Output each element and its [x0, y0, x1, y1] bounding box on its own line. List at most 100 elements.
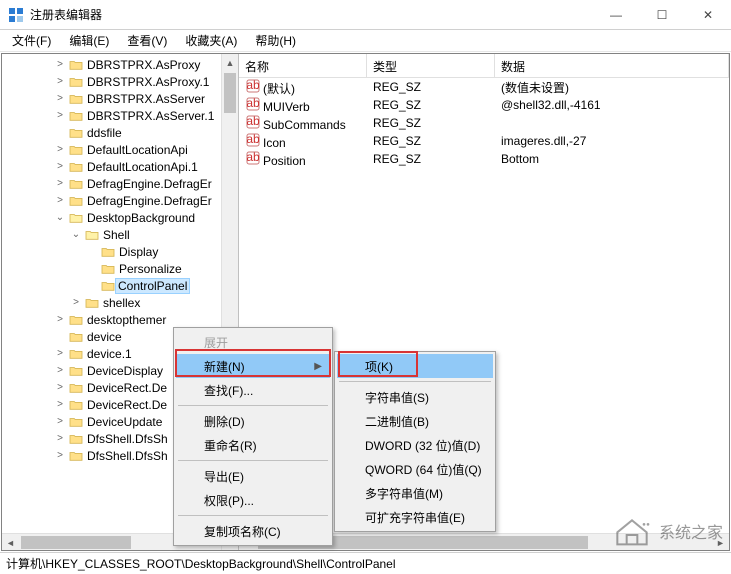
expand-icon[interactable]: ⌄ — [70, 229, 82, 240]
string-value-icon: ab — [245, 96, 261, 112]
tree-item[interactable]: >desktopthemer — [2, 311, 238, 328]
menu-file[interactable]: 文件(F) — [4, 30, 59, 51]
watermark-text: 系统之家 — [659, 519, 723, 543]
string-value-icon: ab — [245, 78, 261, 94]
folder-icon — [68, 364, 84, 378]
list-row[interactable]: ab(默认)REG_SZ(数值未设置) — [239, 78, 729, 96]
expand-icon[interactable]: ⌄ — [54, 212, 66, 223]
expand-icon[interactable]: > — [54, 314, 66, 325]
list-row[interactable]: abSubCommandsREG_SZ — [239, 114, 729, 132]
expand-icon[interactable]: > — [54, 195, 66, 206]
folder-icon — [68, 143, 84, 157]
expand-icon[interactable]: > — [54, 365, 66, 376]
folder-icon — [68, 415, 84, 429]
expand-icon[interactable]: > — [54, 399, 66, 410]
ctx-new[interactable]: 新建(N)▶ — [176, 354, 330, 378]
titlebar: 注册表编辑器 — ☐ ✕ — [0, 0, 731, 30]
list-row[interactable]: abPositionREG_SZBottom — [239, 150, 729, 168]
tree-item[interactable]: > DefragEngine.DefragEr — [2, 192, 238, 209]
expand-icon[interactable]: > — [54, 178, 66, 189]
tree-item[interactable]: ControlPanel — [2, 277, 238, 294]
context-menu-tree: 展开 新建(N)▶ 查找(F)... 删除(D) 重命名(R) 导出(E) 权限… — [173, 327, 333, 546]
tree-item-label: ddsfile — [86, 126, 122, 140]
ctx-export[interactable]: 导出(E) — [176, 464, 330, 488]
ctx-rename[interactable]: 重命名(R) — [176, 433, 330, 457]
expand-icon[interactable]: > — [54, 144, 66, 155]
expand-icon[interactable]: > — [54, 382, 66, 393]
expand-icon[interactable]: > — [54, 161, 66, 172]
value-type: REG_SZ — [367, 152, 495, 166]
scroll-left-icon[interactable]: ◄ — [2, 534, 19, 550]
tree-item-label: Shell — [102, 228, 130, 242]
tree-item[interactable]: Display — [2, 243, 238, 260]
expand-icon[interactable]: > — [54, 110, 66, 121]
expand-icon[interactable]: > — [54, 59, 66, 70]
scroll-up-icon[interactable]: ▲ — [222, 54, 238, 71]
folder-icon — [68, 109, 84, 123]
menu-edit[interactable]: 编辑(E) — [61, 30, 117, 51]
separator — [339, 381, 491, 382]
separator — [178, 515, 328, 516]
tree-item[interactable]: >DBRSTPRX.AsProxy.1 — [2, 73, 238, 90]
ctx-new-binary[interactable]: 二进制值(B) — [337, 409, 493, 433]
expand-icon[interactable]: > — [70, 297, 82, 308]
expand-icon[interactable]: > — [54, 348, 66, 359]
tree-item-label: DBRSTPRX.AsProxy — [86, 58, 200, 72]
menu-view[interactable]: 查看(V) — [119, 30, 175, 51]
tree-item[interactable]: >DefragEngine.DefragEr — [2, 175, 238, 192]
ctx-delete[interactable]: 删除(D) — [176, 409, 330, 433]
tree-item[interactable]: ⌄ Shell — [2, 226, 238, 243]
list-row[interactable]: abMUIVerbREG_SZ@shell32.dll,-4161 — [239, 96, 729, 114]
tree-item[interactable]: >DefaultLocationApi.1 — [2, 158, 238, 175]
context-menu-new: 项(K) 字符串值(S) 二进制值(B) DWORD (32 位)值(D) QW… — [334, 351, 496, 532]
string-value-icon: ab — [245, 150, 261, 166]
tree-item[interactable]: >DefaultLocationApi — [2, 141, 238, 158]
ctx-new-qword[interactable]: QWORD (64 位)值(Q) — [337, 457, 493, 481]
tree-item[interactable]: >DBRSTPRX.AsServer.1 — [2, 107, 238, 124]
list-row[interactable]: abIconREG_SZimageres.dll,-27 — [239, 132, 729, 150]
ctx-find[interactable]: 查找(F)... — [176, 378, 330, 402]
tree-item-label: DefragEngine.DefragEr — [86, 194, 212, 208]
tree-item-label: DeviceDisplay — [86, 364, 163, 378]
tree-item[interactable]: ddsfile — [2, 124, 238, 141]
folder-icon — [100, 279, 116, 293]
ctx-new-dword[interactable]: DWORD (32 位)值(D) — [337, 433, 493, 457]
folder-icon — [68, 58, 84, 72]
scroll-thumb-h[interactable] — [21, 536, 131, 549]
expand-icon[interactable]: > — [54, 416, 66, 427]
ctx-copykeyname[interactable]: 复制项名称(C) — [176, 519, 330, 543]
col-type[interactable]: 类型 — [367, 54, 495, 77]
window-title: 注册表编辑器 — [30, 6, 593, 23]
col-data[interactable]: 数据 — [495, 54, 729, 77]
scroll-thumb[interactable] — [224, 73, 236, 113]
ctx-new-expand[interactable]: 可扩充字符串值(E) — [337, 505, 493, 529]
folder-icon — [68, 160, 84, 174]
folder-icon — [68, 432, 84, 446]
tree-item[interactable]: > DBRSTPRX.AsProxy — [2, 56, 238, 73]
svg-text:ab: ab — [246, 133, 260, 146]
menu-fav[interactable]: 收藏夹(A) — [177, 30, 245, 51]
expand-icon[interactable]: > — [54, 76, 66, 87]
expand-icon[interactable]: > — [54, 93, 66, 104]
tree-item[interactable]: >DBRSTPRX.AsServer — [2, 90, 238, 107]
minimize-button[interactable]: — — [593, 0, 639, 30]
value-name: MUIVerb — [263, 100, 310, 114]
expand-icon[interactable]: > — [54, 450, 66, 461]
ctx-new-string[interactable]: 字符串值(S) — [337, 385, 493, 409]
folder-icon — [68, 398, 84, 412]
ctx-permissions[interactable]: 权限(P)... — [176, 488, 330, 512]
maximize-button[interactable]: ☐ — [639, 0, 685, 30]
col-name[interactable]: 名称 — [239, 54, 367, 77]
svg-text:ab: ab — [246, 115, 260, 128]
ctx-new-key[interactable]: 项(K) — [337, 354, 493, 378]
tree-item[interactable]: >shellex — [2, 294, 238, 311]
tree-item-label: ControlPanel — [115, 278, 190, 294]
ctx-expand[interactable]: 展开 — [176, 330, 330, 354]
ctx-new-multi[interactable]: 多字符串值(M) — [337, 481, 493, 505]
chevron-right-icon: ▶ — [314, 361, 322, 372]
expand-icon[interactable]: > — [54, 433, 66, 444]
tree-item[interactable]: Personalize — [2, 260, 238, 277]
menu-help[interactable]: 帮助(H) — [247, 30, 304, 51]
close-button[interactable]: ✕ — [685, 0, 731, 30]
tree-item[interactable]: ⌄DesktopBackground — [2, 209, 238, 226]
